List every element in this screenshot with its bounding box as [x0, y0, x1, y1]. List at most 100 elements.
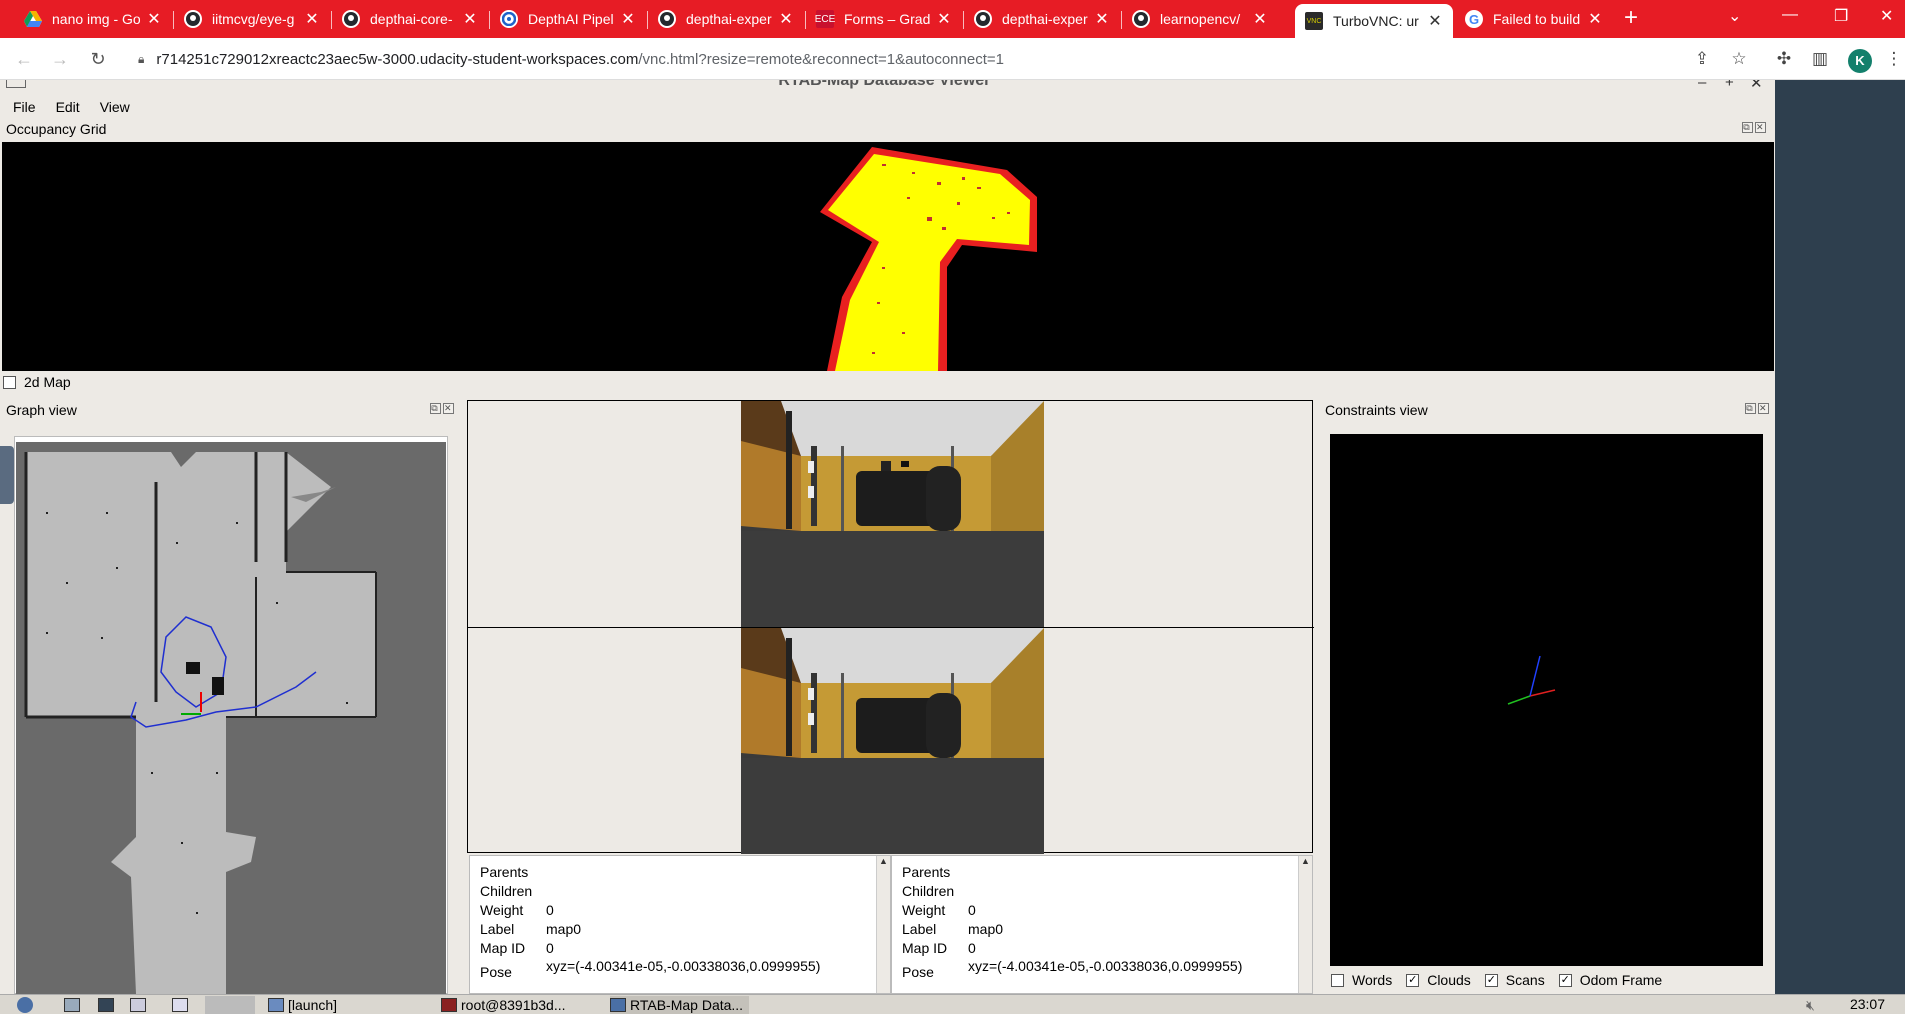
forward-icon[interactable]: → [48, 47, 72, 71]
github-icon [1132, 10, 1150, 28]
close-icon[interactable]: ✕ [620, 9, 636, 29]
camera-image-top[interactable] [741, 401, 1044, 627]
back-icon[interactable]: ← [12, 47, 36, 71]
info-key: Map ID [902, 940, 948, 956]
menu-edit[interactable]: Edit [43, 96, 87, 118]
menu-file[interactable]: File [0, 96, 43, 118]
checkbox-checked[interactable]: ✓ [1558, 973, 1572, 987]
graph-view-title: Graph view [6, 402, 77, 418]
words-checkbox[interactable]: Words [1331, 972, 1392, 988]
browser-tab[interactable]: depthai-exper ✕ [964, 4, 1120, 34]
taskbar-item-active[interactable]: RTAB-Map Data... [610, 996, 750, 1014]
checkbox-checked[interactable]: ✓ [1406, 973, 1420, 987]
window-menu-icon[interactable] [6, 80, 26, 88]
constraints-3d-view[interactable] [1330, 434, 1763, 966]
browser-tab[interactable]: depthai-core- ✕ [332, 4, 488, 34]
share-icon[interactable]: ⇪ [1690, 47, 1714, 71]
browser-tab[interactable]: learnopencv/ ✕ [1122, 4, 1278, 34]
menu-view[interactable]: View [87, 96, 137, 118]
volume-icon[interactable]: 🔇︎ [1806, 996, 1815, 1014]
new-tab-button[interactable]: + [1624, 6, 1638, 30]
avatar[interactable]: K [1848, 49, 1872, 73]
node-info-left: Parents Children Weight 0 Label map0 Map I… [469, 855, 891, 994]
dock-controls: ⧉ ✕ [1740, 121, 1766, 133]
scans-checkbox[interactable]: ✓ Scans [1484, 972, 1545, 988]
clouds-checkbox[interactable]: ✓ Clouds [1406, 972, 1471, 988]
dock-handle[interactable] [0, 446, 14, 504]
window-icon[interactable] [172, 996, 192, 1014]
browser-tab[interactable]: G Failed to build ✕ [1455, 4, 1613, 34]
menu-bar: File Edit View [0, 96, 137, 118]
close-icon[interactable]: ✕ [778, 9, 794, 29]
float-icon[interactable]: ⧉ [1742, 122, 1753, 133]
info-key: Parents [480, 864, 529, 880]
map-2d-checkbox[interactable]: 2d Map [3, 374, 71, 390]
taskbar-item-label: [launch] [288, 997, 338, 1013]
odom-frame-checkbox[interactable]: ✓ Odom Frame [1558, 972, 1663, 988]
tab-search-icon[interactable]: ⌄ [1728, 6, 1741, 26]
float-icon[interactable]: ⧉ [430, 403, 441, 414]
url-host: r714251c729012xreactc23aec5w-3000.udacit… [156, 50, 639, 68]
info-value: xyz=(-4.00341e-05,-0.00338036,0.0999955) [546, 958, 821, 974]
taskbar-item[interactable]: [launch] [268, 996, 337, 1014]
tab-label: depthai-core- [370, 11, 453, 27]
occupancy-grid-view[interactable] [2, 142, 1774, 371]
menu-icon[interactable]: ⋮ [1882, 47, 1905, 71]
close-icon[interactable]: ✕ [1758, 403, 1769, 414]
camera-image-bottom[interactable] [741, 628, 1044, 854]
tab-label: Failed to build [1493, 11, 1581, 27]
minimize-button[interactable]: — [1782, 6, 1798, 24]
taskbar-item-label: RTAB-Map Data... [630, 997, 744, 1013]
workspace-switcher[interactable] [205, 996, 255, 1014]
browser-tab-active[interactable]: VNC TurboVNC: ur ✕ [1295, 4, 1453, 38]
info-value: xyz=(-4.00341e-05,-0.00338036,0.0999955) [968, 958, 1243, 974]
taskbar-item[interactable]: root@8391b3d... [441, 996, 566, 1014]
close-icon[interactable]: ✕ [304, 9, 320, 29]
browser-tab[interactable]: iitmcvg/eye-g ✕ [174, 4, 330, 34]
browser-tab[interactable]: DepthAI Pipeli ✕ [490, 4, 646, 34]
start-menu-icon[interactable] [14, 996, 36, 1014]
browser-icon[interactable] [130, 996, 150, 1014]
restore-button[interactable]: ❐ [1834, 6, 1848, 26]
close-icon[interactable]: ✕ [443, 403, 454, 414]
info-key: Label [902, 921, 937, 937]
close-icon[interactable]: ✕ [1587, 9, 1603, 29]
terminal-icon[interactable] [98, 996, 118, 1014]
checkbox-checked[interactable]: ✓ [1484, 973, 1498, 987]
info-value: map0 [968, 921, 1004, 937]
close-icon[interactable]: ✕ [1750, 80, 1763, 92]
float-icon[interactable]: ⧉ [1745, 403, 1756, 414]
graph-view-map[interactable] [16, 442, 446, 994]
scrollbar[interactable]: ▲ [1298, 856, 1312, 993]
checkbox[interactable] [1331, 973, 1344, 987]
browser-tab[interactable]: ECE Forms – Gradu ✕ [806, 4, 962, 34]
close-icon[interactable]: ✕ [936, 9, 952, 29]
tab-label: Forms – Gradu [844, 11, 930, 27]
checkbox-label: Odom Frame [1579, 972, 1663, 988]
close-icon[interactable]: ✕ [1252, 9, 1268, 29]
scroll-up-icon[interactable]: ▲ [1299, 856, 1312, 866]
close-icon[interactable]: ✕ [1094, 9, 1110, 29]
close-window-button[interactable]: ✕ [1880, 6, 1893, 26]
minimize-icon[interactable]: – [1698, 80, 1706, 91]
info-value: 0 [968, 902, 976, 918]
scrollbar[interactable]: ▲ [876, 856, 890, 993]
side-panel-icon[interactable]: ▥ [1808, 47, 1832, 71]
bookmark-star-icon[interactable]: ☆ [1727, 47, 1751, 71]
dock-controls: ⧉ ✕ [428, 402, 454, 414]
tab-label: nano img - Go [52, 11, 140, 27]
browser-tab[interactable]: nano img - Go ✕ [14, 4, 172, 34]
maximize-icon[interactable]: + [1725, 80, 1734, 91]
close-icon[interactable]: ✕ [462, 9, 478, 29]
scroll-up-icon[interactable]: ▲ [877, 856, 890, 866]
extensions-icon[interactable]: ✣ [1772, 47, 1796, 71]
window-titlebar: RTAB-Map Database Viewer* – + ✕ [0, 80, 1775, 96]
reload-icon[interactable]: ↻ [86, 47, 110, 71]
close-icon[interactable]: ✕ [1427, 11, 1443, 31]
close-icon[interactable]: ✕ [146, 9, 162, 29]
files-icon[interactable] [64, 996, 84, 1014]
checkbox[interactable] [3, 375, 16, 389]
url-bar[interactable]: 🔒︎ r714251c729012xreactc23aec5w-3000.uda… [128, 44, 1748, 74]
close-icon[interactable]: ✕ [1755, 122, 1766, 133]
browser-tab[interactable]: depthai-exper ✕ [648, 4, 804, 34]
